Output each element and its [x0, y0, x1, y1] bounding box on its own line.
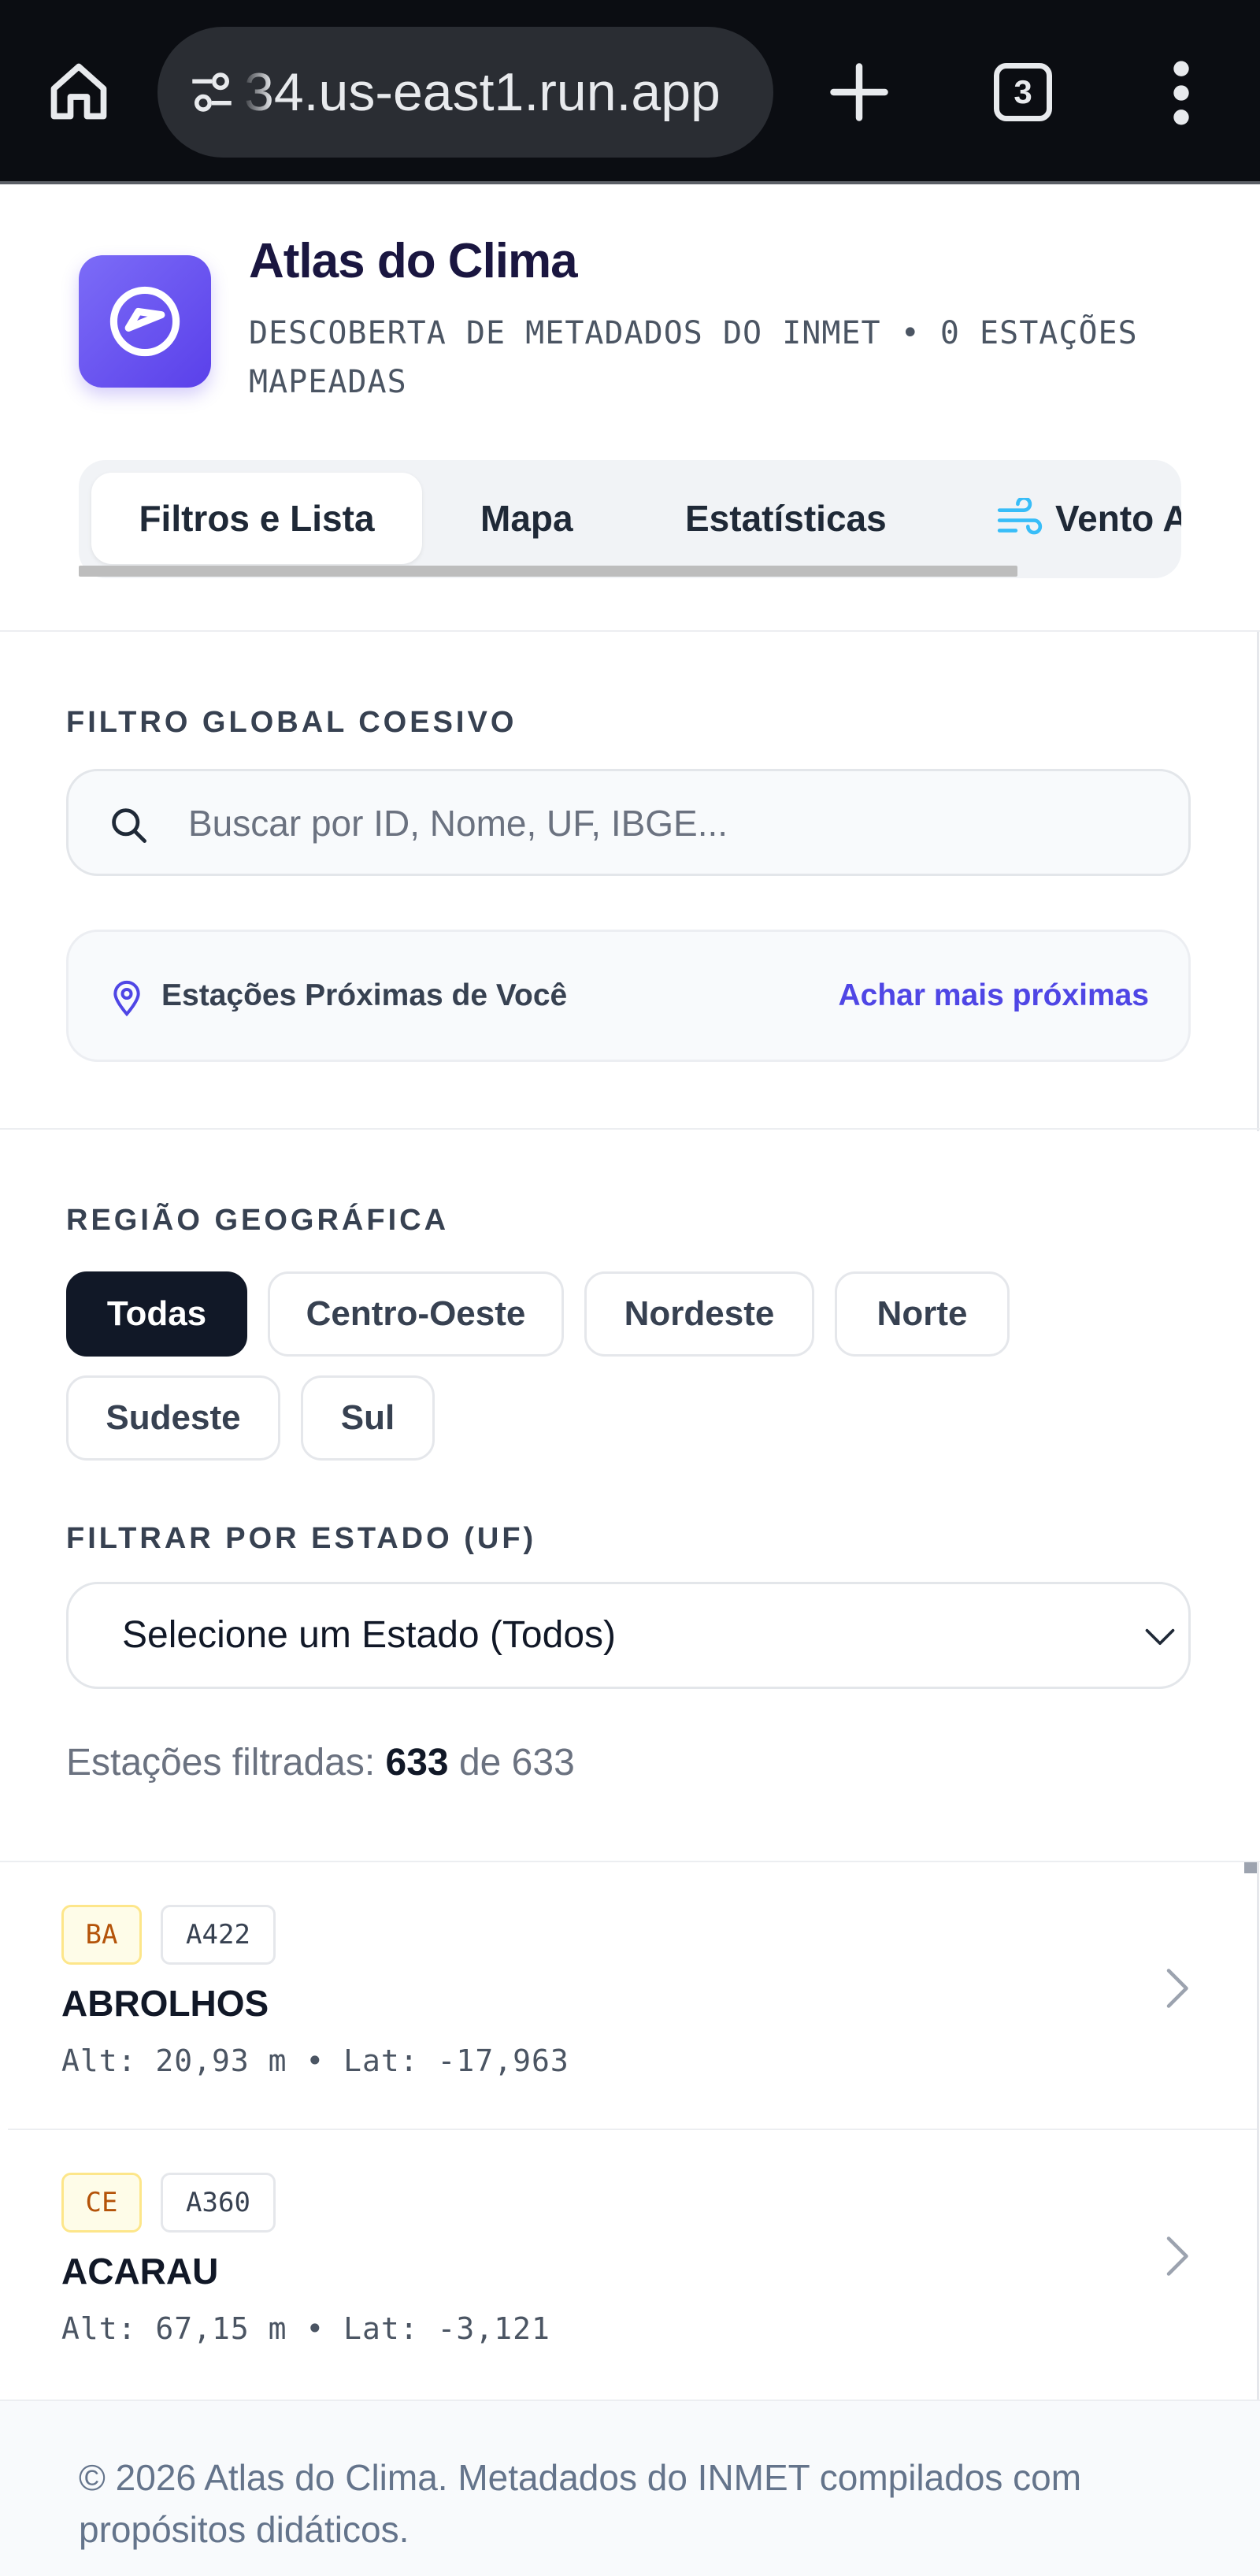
chevron-right-icon [1166, 1969, 1188, 2008]
tab-wind[interactable]: Vento A [1055, 473, 1181, 564]
panel-border [1257, 1862, 1259, 2400]
region-chip-todas[interactable]: Todas [66, 1271, 247, 1357]
tab-statistics[interactable]: Estatísticas [685, 473, 887, 564]
region-label: REGIÃO GEOGRÁFICA [66, 1204, 450, 1237]
find-nearest-button[interactable]: Achar mais próximas [838, 932, 1149, 1060]
count-total: 633 [511, 1742, 575, 1784]
chevron-down-icon [1145, 1628, 1175, 1646]
home-icon[interactable] [46, 58, 112, 124]
uf-badge: CE [61, 2173, 142, 2233]
station-code-badge: A422 [161, 1905, 276, 1965]
uf-badge: BA [61, 1905, 142, 1965]
state-filter-label: FILTRAR POR ESTADO (UF) [66, 1522, 537, 1555]
tab-filters-list[interactable]: Filtros e Lista [91, 473, 422, 564]
map-pin-icon [113, 980, 140, 1017]
region-chip-sudeste[interactable]: Sudeste [66, 1375, 280, 1461]
nearby-stations-panel: Estações Próximas de Você Achar mais pró… [66, 930, 1191, 1062]
compass-logo-icon [109, 286, 180, 357]
station-name: ACARAU [61, 2251, 219, 2292]
more-options-icon[interactable] [1164, 58, 1199, 128]
count-middle: de [448, 1742, 512, 1784]
global-filter-label: FILTRO GLOBAL COESIVO [66, 706, 517, 739]
app-title: Atlas do Clima [249, 234, 578, 288]
region-chip-centro-oeste[interactable]: Centro-Oeste [268, 1271, 564, 1357]
count-prefix: Estações filtradas: [66, 1742, 386, 1784]
station-code-badge: A360 [161, 2173, 276, 2233]
search-input[interactable] [187, 771, 1166, 875]
list-item[interactable]: CE A360 ACARAU Alt: 67,15 m • Lat: -3,12… [0, 2130, 1257, 2396]
address-bar[interactable]: 34.us-east1.run.app [158, 27, 773, 158]
toolbar-divider [0, 181, 1260, 184]
station-meta: Alt: 20,93 m • Lat: -17,963 [61, 2043, 569, 2078]
filtered-count: Estações filtradas: 633 de 633 [66, 1741, 575, 1784]
tab-map[interactable]: Mapa [480, 473, 573, 564]
station-name: ABROLHOS [61, 1983, 269, 2024]
url-fade [241, 27, 272, 158]
app-subtitle: DESCOBERTA DE METADADOS DO INMET • 0 EST… [249, 315, 1138, 400]
state-select[interactable]: Selecione um Estado (Todos) [66, 1582, 1191, 1689]
app-logo [79, 255, 211, 388]
region-chip-sul[interactable]: Sul [301, 1375, 435, 1461]
search-icon [112, 808, 146, 843]
region-chip-norte[interactable]: Norte [835, 1271, 1010, 1357]
browser-toolbar: 34.us-east1.run.app 3 [0, 0, 1260, 184]
station-meta: Alt: 67,15 m • Lat: -3,121 [61, 2311, 550, 2346]
nearby-stations-label: Estações Próximas de Você [161, 978, 568, 1012]
site-settings-icon[interactable] [184, 66, 239, 118]
panel-border [1257, 632, 1259, 1131]
footer: © 2026 Atlas do Clima. Metadados do INME… [0, 2400, 1260, 2576]
tabs-scrollbar[interactable] [79, 566, 1017, 577]
list-item[interactable]: BA A422 ABROLHOS Alt: 20,93 m • Lat: -17… [0, 1862, 1257, 2129]
search-box[interactable] [66, 769, 1191, 876]
new-tab-icon[interactable] [828, 61, 890, 123]
url-text[interactable]: 34.us-east1.run.app [244, 27, 721, 158]
section-divider [0, 1128, 1260, 1130]
section-divider [0, 630, 1260, 632]
wind-icon [997, 498, 1043, 535]
chevron-right-icon [1166, 2236, 1188, 2276]
footer-text: © 2026 Atlas do Clima. Metadados do INME… [79, 2457, 1082, 2550]
count-filtered: 633 [385, 1742, 449, 1784]
tab-switcher-button[interactable]: 3 [994, 63, 1052, 121]
state-select-value: Selecione um Estado (Todos) [122, 1614, 616, 1656]
region-chip-nordeste[interactable]: Nordeste [584, 1271, 814, 1357]
